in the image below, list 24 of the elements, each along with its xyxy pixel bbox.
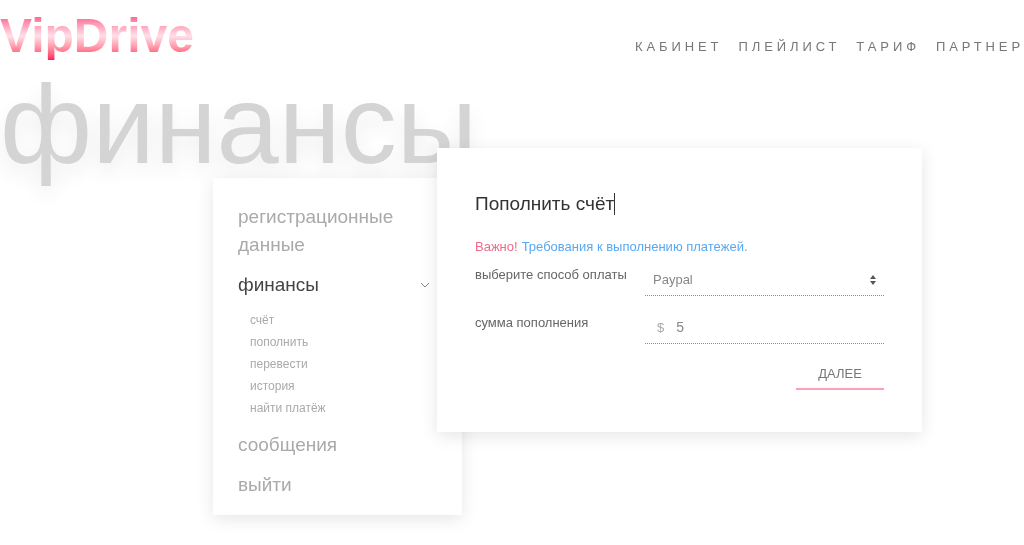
text-cursor xyxy=(614,193,616,216)
payment-method-select[interactable]: Paypal xyxy=(645,264,884,296)
sidebar-item[interactable]: финансы xyxy=(238,271,319,299)
sidebar-item[interactable]: выйти xyxy=(238,471,292,499)
sort-arrows-icon xyxy=(870,274,876,285)
important-label: Важно! xyxy=(475,237,518,256)
submenu-item[interactable]: история xyxy=(250,375,430,397)
submenu-item[interactable]: перевести xyxy=(250,353,430,375)
form-title: Пополнить счёт xyxy=(475,192,615,216)
nav-link[interactable]: КАБИНЕТ xyxy=(635,37,723,57)
nav-link[interactable]: ПАРТНЕР xyxy=(935,37,1024,57)
amount-field[interactable]: $ 5 xyxy=(645,312,884,344)
field-label: сумма пополнения xyxy=(475,314,590,332)
submenu-item[interactable]: пополнить xyxy=(250,331,430,353)
nav-link[interactable]: ТАРИФ xyxy=(856,37,920,57)
requirements-link[interactable]: Требования к выполнению платежей. xyxy=(521,236,748,256)
nav-link[interactable]: ПЛЕЙЛИСТ xyxy=(738,37,841,57)
field-label: выберите способ оплаты xyxy=(475,266,628,284)
sidebar-item[interactable]: регистрационные данные xyxy=(238,203,430,259)
chevron-down-icon[interactable] xyxy=(420,282,430,288)
sidebar-item[interactable]: сообщения xyxy=(238,431,338,459)
submenu-item[interactable]: счёт xyxy=(250,309,430,331)
submenu-item[interactable]: найти платёж xyxy=(250,397,430,419)
next-button[interactable]: ДАЛЕЕ xyxy=(796,360,884,390)
